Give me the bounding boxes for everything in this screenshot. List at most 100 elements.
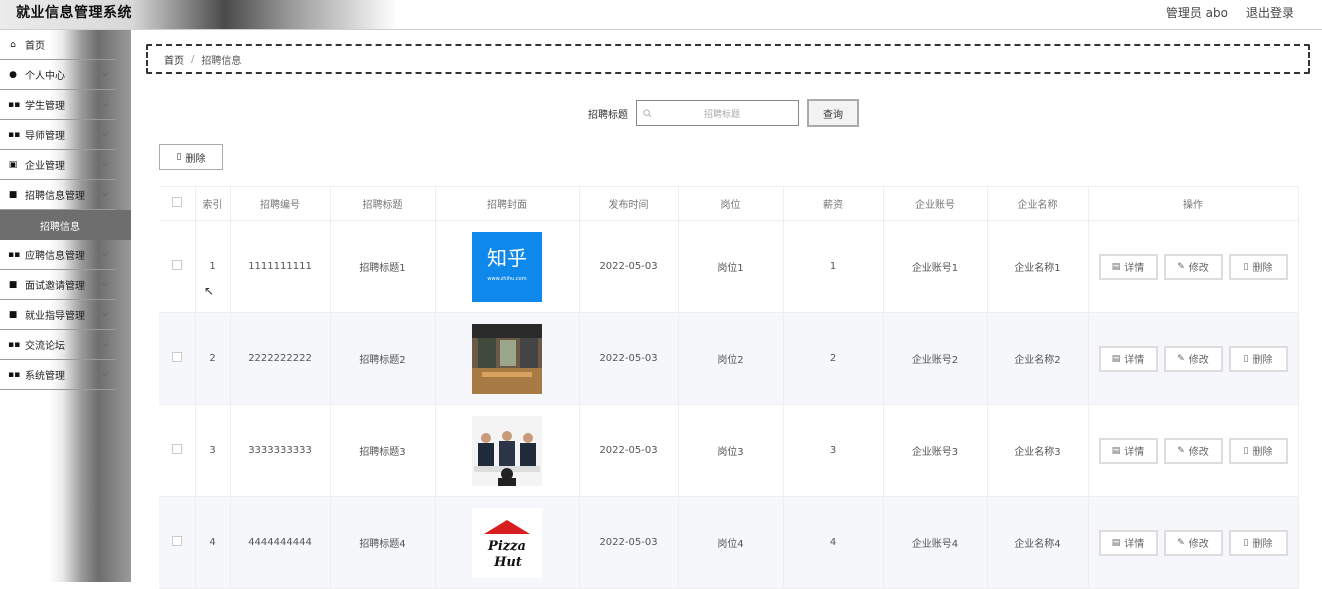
cell-index: 3 [195,404,231,497]
cell-salary: 4 [783,496,884,589]
chat-icon: ■ [8,279,18,290]
delete-button[interactable]: ▯ 删除 [1228,345,1288,372]
sidebar-item[interactable]: ▪▪ 学生管理 ⌵ [0,90,116,120]
row-checkbox[interactable] [159,496,196,589]
select-all-checkbox[interactable] [159,186,196,221]
detail-button[interactable]: ▤ 详情 [1098,437,1158,464]
cell-position: 岗位3 [678,404,784,497]
cell-company: 企业名称4 [987,496,1089,589]
sidebar-item[interactable]: ■ 就业指导管理 ⌵ [0,300,116,330]
sidebar-item-label: 系统管理 [25,371,65,382]
table-row: 4 4444444444 招聘标题4 Pizza Hut 2022-05-03 岗位4 4 企业… [159,496,1299,589]
row-checkbox[interactable] [159,404,196,497]
chevron-down-icon: ⌵ [101,99,108,108]
cell-code: 3333333333 [230,404,331,497]
cell-position: 岗位2 [678,312,784,405]
detail-button[interactable]: ▤ 详情 [1098,253,1158,280]
row-checkbox[interactable] [159,220,196,313]
col-header: 招聘编号 [230,186,331,221]
edit-button[interactable]: ✎ 修改 [1163,253,1223,280]
cell-index: 2 [195,312,231,405]
chevron-down-icon: ⌵ [101,69,108,78]
bulk-delete-button[interactable]: ▯ 删除 [159,144,223,170]
logout-link[interactable]: 退出登录 [1246,4,1294,21]
breadcrumb: 首页 / 招聘信息 [146,44,1310,74]
home-icon: ⌂ [10,39,16,50]
breadcrumb-home[interactable]: 首页 [164,52,184,67]
col-header: 索引 [195,186,231,221]
detail-button[interactable]: ▤ 详情 [1098,529,1158,556]
sidebar-item-label: 学生管理 [25,101,65,112]
cell-cover: Pizza Hut [435,496,580,589]
col-header: 薪资 [783,186,884,221]
delete-label: 删除 [1252,263,1273,274]
cell-title: 招聘标题4 [330,496,436,589]
cell-position: 岗位1 [678,220,784,313]
grid-icon: ▪▪ [8,99,21,110]
cell-cover [435,312,580,405]
sidebar-subitem-recruit-info[interactable]: 招聘信息 [0,210,131,240]
cell-actions: ▤ 详情 ✎ 修改 ▯ 删除 [1088,312,1299,405]
edit-icon: ✎ [1177,261,1185,272]
detail-label: 详情 [1124,539,1145,550]
chevron-down-icon: ⌵ [101,339,108,348]
cell-date: 2022-05-03 [579,220,679,313]
trash-icon: ▯ [1243,537,1249,548]
cell-salary: 3 [783,404,884,497]
delete-button[interactable]: ▯ 删除 [1228,437,1288,464]
edit-icon: ✎ [1177,353,1185,364]
mouse-cursor-icon: ↖ [204,284,215,298]
doc-icon: ▣ [8,159,18,170]
edit-label: 修改 [1188,447,1209,458]
cell-index: 1 [195,220,231,313]
sidebar: ⌂ 首页 ● 个人中心 ⌵ ▪▪ 学生管理 ⌵ ▪▪ 导师管理 ⌵ ▣ 企业管理 ⌵ ■ 招聘信息管理 ⌵ 招聘… [0,30,131,582]
sidebar-item[interactable]: ▪▪ 应聘信息管理 ⌵ [0,240,116,270]
sidebar-item-label: 个人中心 [25,71,65,82]
detail-button[interactable]: ▤ 详情 [1098,345,1158,372]
detail-icon: ▤ [1111,537,1121,548]
sidebar-item[interactable]: ■ 面试邀请管理 ⌵ [0,270,116,300]
cover-image: 知乎 www.zhihu.com [472,231,542,302]
cover-image: Pizza Hut [472,507,542,578]
cell-date: 2022-05-03 [579,404,679,497]
breadcrumb-separator: / [191,53,195,65]
sidebar-item[interactable]: ▣ 企业管理 ⌵ [0,150,116,180]
cover-image [472,323,542,394]
app-title: 就业信息管理系统 [16,5,132,21]
grid-icon: ▪▪ [8,249,21,260]
sidebar-item[interactable]: ⌂ 首页 [0,30,116,60]
svg-text:www.zhihu.com: www.zhihu.com [487,276,526,282]
edit-button[interactable]: ✎ 修改 [1163,529,1223,556]
cover-image [472,415,542,486]
sidebar-item[interactable]: ■ 招聘信息管理 ⌵ [0,180,116,210]
detail-icon: ▤ [1111,261,1121,272]
delete-label: 删除 [1252,539,1273,550]
search-bar: 招聘标题 招聘标题 查询 [588,99,859,127]
admin-label[interactable]: 管理员 abo [1166,4,1228,21]
sidebar-item[interactable]: ▪▪ 交流论坛 ⌵ [0,330,116,360]
cell-company: 企业名称1 [987,220,1089,313]
chevron-down-icon: ⌵ [101,369,108,378]
user-icon: ● [9,69,17,80]
chevron-down-icon: ⌵ [101,129,108,138]
search-icon [643,108,652,117]
edit-button[interactable]: ✎ 修改 [1163,345,1223,372]
grid-icon: ▪▪ [8,129,21,140]
sidebar-item-label: 导师管理 [25,131,65,142]
edit-button[interactable]: ✎ 修改 [1163,437,1223,464]
cell-code: 2222222222 [230,312,331,405]
search-button[interactable]: 查询 [807,99,859,127]
chat-icon: ■ [8,309,18,320]
delete-button[interactable]: ▯ 删除 [1228,253,1288,280]
cell-cover [435,404,580,497]
sidebar-item[interactable]: ▪▪ 导师管理 ⌵ [0,120,116,150]
delete-button[interactable]: ▯ 删除 [1228,529,1288,556]
sidebar-item[interactable]: ▪▪ 系统管理 ⌵ [0,360,116,390]
row-checkbox[interactable] [159,312,196,405]
sidebar-item[interactable]: ● 个人中心 ⌵ [0,60,116,90]
sidebar-item-label: 应聘信息管理 [25,251,85,262]
search-input[interactable]: 招聘标题 [636,100,799,126]
edit-label: 修改 [1188,355,1209,366]
sidebar-item-label: 面试邀请管理 [25,281,85,292]
top-bar: 就业信息管理系统 管理员 abo 退出登录 [0,0,1322,30]
